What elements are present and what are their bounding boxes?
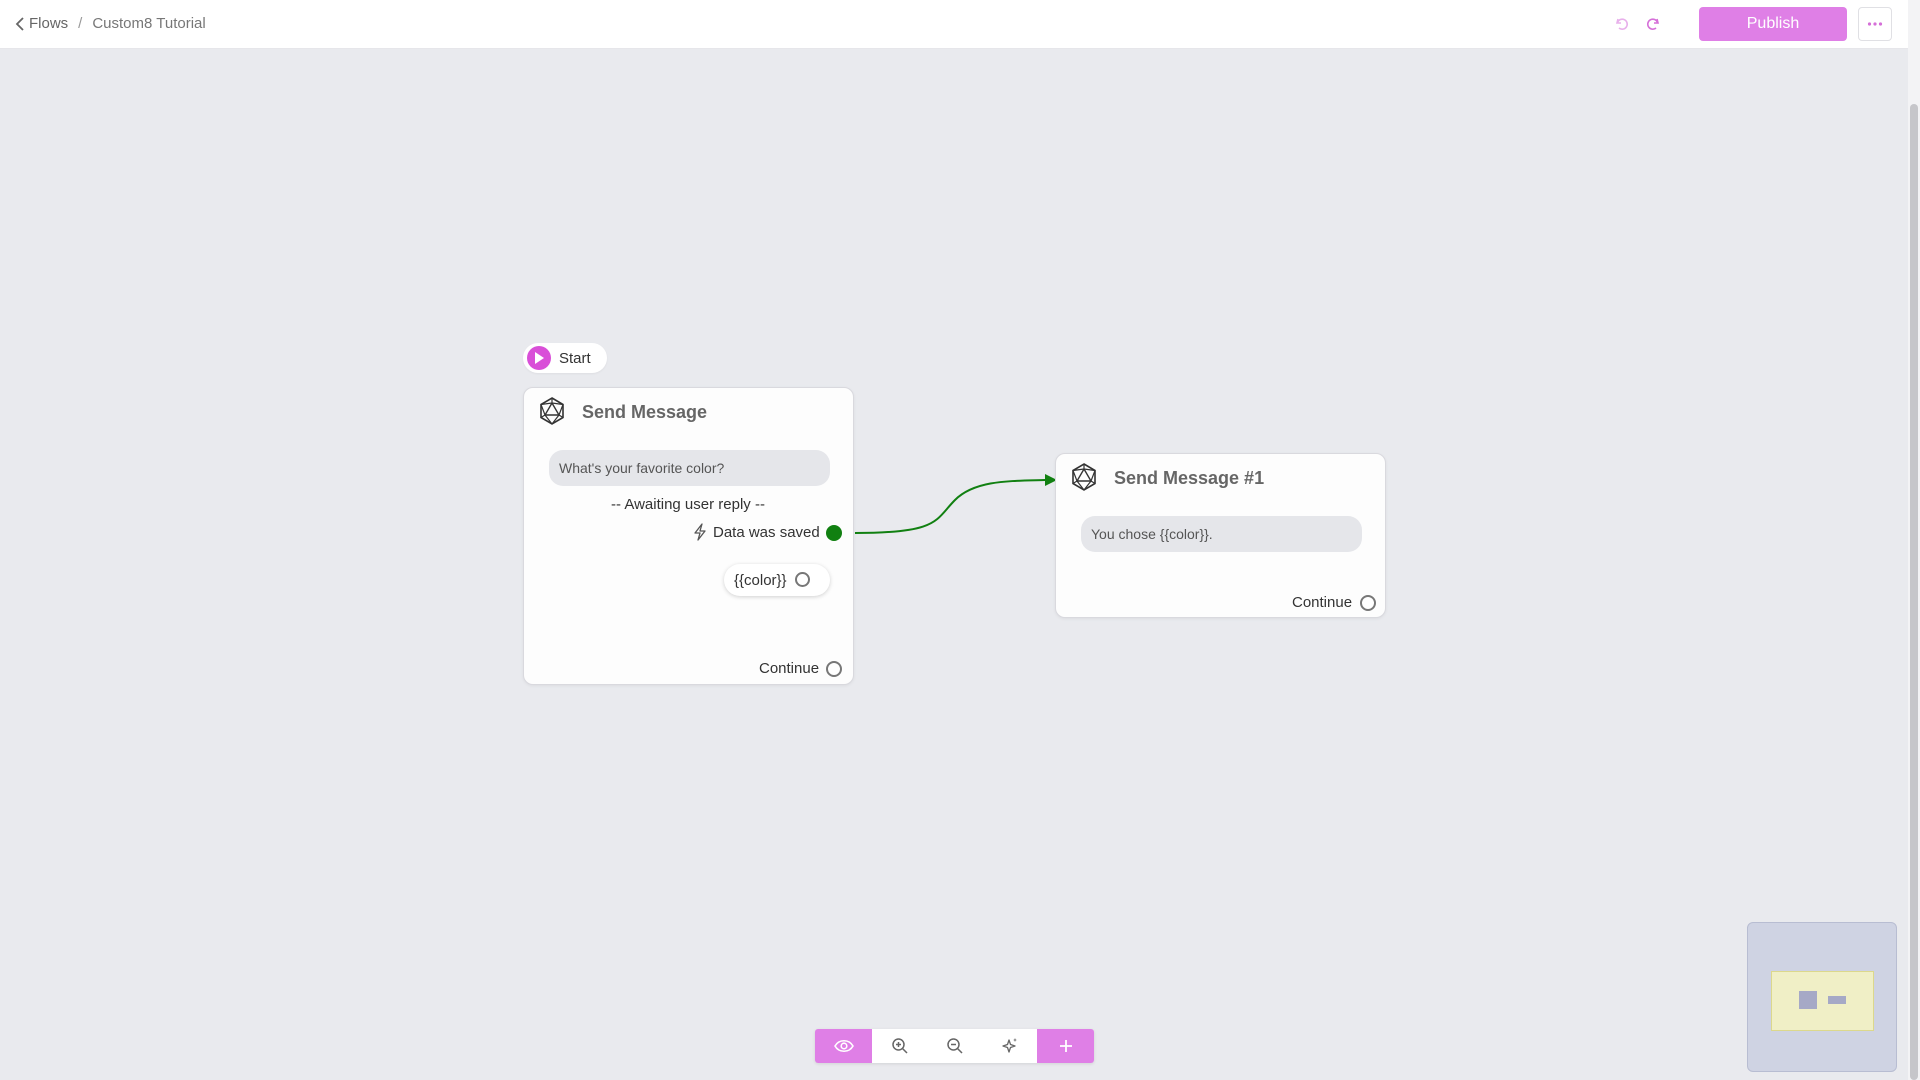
start-trigger[interactable]: Start (523, 343, 607, 373)
eye-icon (833, 1039, 854, 1053)
data-saved-output-port[interactable] (826, 525, 842, 541)
back-to-flows-link[interactable]: Flows (15, 15, 68, 32)
zoom-out-icon (946, 1038, 963, 1054)
breadcrumb-separator: / (78, 15, 83, 32)
breadcrumb: Flows / Custom8 Tutorial (15, 15, 206, 32)
scrollbar-thumb[interactable] (1910, 104, 1918, 1080)
minimap-viewport[interactable] (1771, 971, 1874, 1031)
play-icon (527, 346, 551, 370)
back-label: Flows (29, 15, 69, 32)
minimap-node (1828, 996, 1846, 1004)
continue-output-port[interactable] (1360, 595, 1376, 611)
continue-label: Continue (759, 660, 820, 677)
zoom-in-button[interactable] (872, 1029, 927, 1063)
start-label: Start (559, 349, 591, 367)
continue-output-port[interactable] (826, 661, 842, 677)
node-title: Send Message (582, 402, 708, 422)
zoom-out-button[interactable] (927, 1029, 982, 1063)
add-node-button[interactable] (1037, 1029, 1094, 1063)
chevron-left-icon (15, 16, 24, 31)
message-bubble[interactable]: You chose {{color}}. (1081, 516, 1362, 552)
data-saved-label: Data was saved (713, 524, 820, 541)
icosahedron-icon (1072, 463, 1096, 491)
top-header: Flows / Custom8 Tutorial Publish (0, 0, 1908, 49)
minimap[interactable] (1747, 922, 1897, 1072)
flow-name: Custom8 Tutorial (92, 15, 206, 32)
variable-label: {{color}} (734, 571, 787, 589)
undo-icon (1615, 18, 1628, 30)
plus-icon (1059, 1040, 1072, 1052)
more-options-button[interactable] (1858, 7, 1892, 41)
zoom-in-icon (891, 1038, 908, 1054)
auto-layout-button[interactable] (982, 1029, 1037, 1063)
sparkle-icon (1001, 1038, 1017, 1053)
lightning-icon (694, 523, 706, 541)
node-title: Send Message #1 (1114, 468, 1265, 488)
variable-output-port[interactable] (795, 572, 810, 587)
publish-button[interactable]: Publish (1699, 7, 1847, 41)
canvas-toolbar (815, 1029, 1094, 1063)
redo-button[interactable] (1643, 14, 1663, 34)
awaiting-reply-text: -- Awaiting user reply -- (611, 496, 765, 513)
send-message-node[interactable]: Send Message What's your favorite color?… (523, 387, 854, 685)
continue-label: Continue (1292, 594, 1353, 611)
send-message-1-node[interactable]: Send Message #1 You chose {{color}}. Con… (1055, 453, 1386, 618)
redo-icon (1647, 18, 1660, 30)
message-bubble[interactable]: What's your favorite color? (549, 450, 830, 486)
flow-canvas[interactable] (0, 49, 1908, 1080)
minimap-node (1799, 991, 1817, 1009)
preview-button[interactable] (815, 1029, 872, 1063)
undo-button[interactable] (1612, 14, 1632, 34)
icosahedron-icon (540, 397, 564, 425)
variable-chip[interactable]: {{color}} (724, 564, 830, 596)
ellipsis-icon (1867, 22, 1883, 26)
